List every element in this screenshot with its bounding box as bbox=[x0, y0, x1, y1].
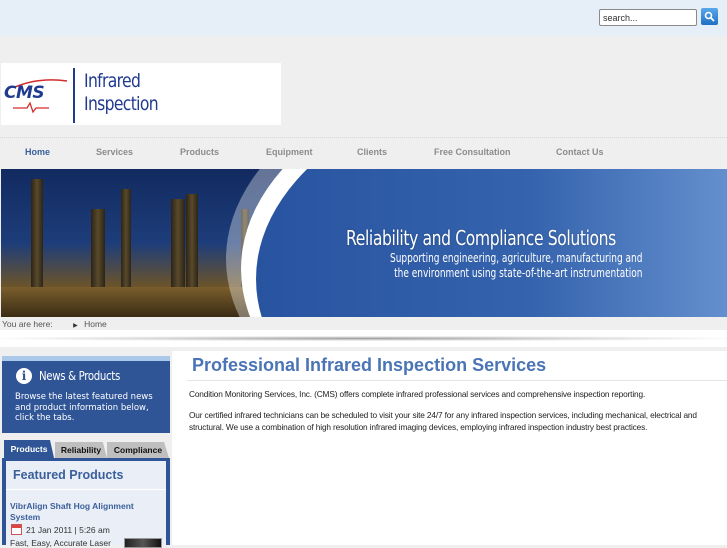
search-input[interactable] bbox=[599, 9, 697, 26]
services-paragraph: Our certified infrared technicians can b… bbox=[189, 410, 697, 432]
title-divider bbox=[187, 380, 727, 381]
news-products-box: i News & Products Browse the latest feat… bbox=[2, 356, 170, 433]
news-title: News & Products bbox=[39, 369, 120, 383]
page-title: Professional Infrared Inspection Service… bbox=[192, 355, 547, 375]
featured-products-panel: Featured Products VibrAlign Shaft Hog Al… bbox=[2, 458, 170, 548]
banner-subtitle: Supporting engineering, agriculture, man… bbox=[390, 251, 642, 281]
top-bar bbox=[0, 0, 727, 36]
tab-products[interactable]: Products bbox=[4, 440, 54, 458]
tab-reliability[interactable]: Reliability bbox=[55, 442, 107, 458]
featured-title: Featured Products bbox=[13, 468, 124, 482]
logo-line-1: Infrared bbox=[84, 70, 141, 92]
search-icon bbox=[704, 11, 715, 22]
site-logo[interactable]: CMS Infrared Inspection bbox=[1, 63, 281, 125]
sidebar-tabs: Products Reliability Compliance bbox=[2, 440, 170, 458]
breadcrumb: You are here: ▶ Home bbox=[2, 319, 107, 329]
nav-free-consultation[interactable]: Free Consultation bbox=[434, 147, 511, 157]
nav-services[interactable]: Services bbox=[96, 147, 133, 157]
tab-compliance[interactable]: Compliance bbox=[107, 442, 169, 458]
calendar-icon bbox=[11, 524, 22, 535]
main-content: Professional Infrared Inspection Service… bbox=[172, 351, 727, 545]
nav-home[interactable]: Home bbox=[25, 147, 50, 157]
hero-banner: Reliability and Compliance Solutions Sup… bbox=[1, 169, 727, 317]
logo-line-2: Inspection bbox=[84, 93, 159, 115]
main-nav: Home Services Products Equipment Clients… bbox=[0, 137, 727, 165]
logo-mark: CMS bbox=[4, 83, 45, 103]
nav-products[interactable]: Products bbox=[180, 147, 219, 157]
sidebar: i News & Products Browse the latest feat… bbox=[2, 356, 170, 548]
breadcrumb-home[interactable]: Home bbox=[84, 319, 107, 329]
banner-title: Reliability and Compliance Solutions bbox=[346, 226, 616, 250]
search-button[interactable] bbox=[701, 8, 718, 25]
banner-subtitle-line-1: Supporting engineering, agriculture, man… bbox=[390, 251, 643, 265]
product-excerpt: Fast, Easy, Accurate Laser bbox=[10, 538, 111, 548]
breadcrumb-divider bbox=[0, 330, 727, 347]
nav-contact-us[interactable]: Contact Us bbox=[556, 147, 604, 157]
logo-divider bbox=[73, 68, 75, 123]
nav-equipment[interactable]: Equipment bbox=[266, 147, 313, 157]
info-icon: i bbox=[16, 368, 32, 384]
news-description: Browse the latest featured news and prod… bbox=[15, 392, 153, 423]
product-link[interactable]: VibrAlign Shaft Hog Alignment System bbox=[10, 501, 160, 523]
logo-text: Infrared Inspection bbox=[84, 70, 159, 116]
product-date: 21 Jan 2011 | 5:26 am bbox=[26, 525, 110, 535]
intro-paragraph: Condition Monitoring Services, Inc. (CMS… bbox=[189, 389, 646, 399]
banner-subtitle-line-2: the environment using state-of-the-art i… bbox=[394, 266, 643, 280]
breadcrumb-label: You are here: bbox=[2, 319, 53, 329]
breadcrumb-arrow-icon: ▶ bbox=[73, 323, 78, 329]
product-thumbnail[interactable] bbox=[124, 538, 162, 548]
nav-clients[interactable]: Clients bbox=[357, 147, 387, 157]
